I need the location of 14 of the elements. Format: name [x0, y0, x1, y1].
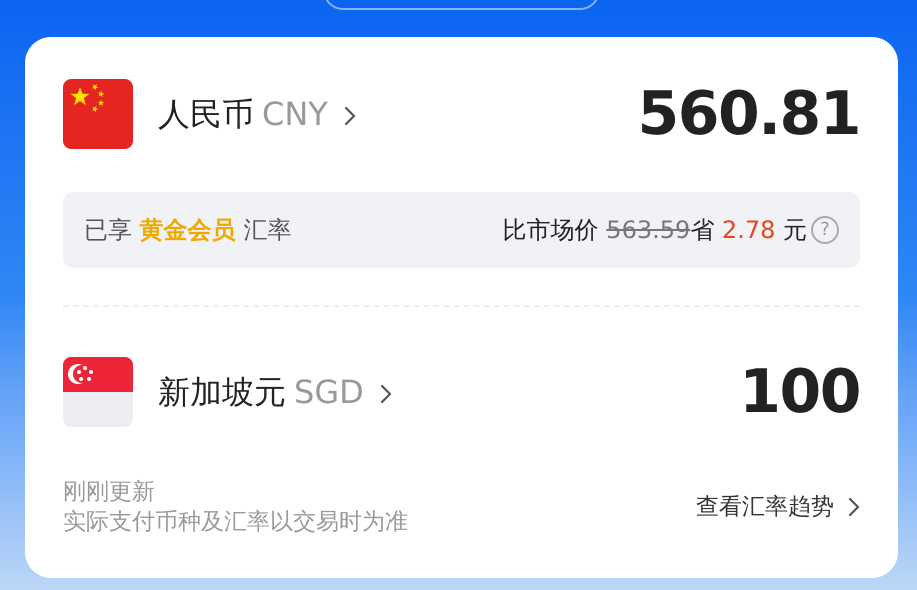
update-status-text: 刚刚更新 [63, 478, 156, 507]
chevron-icon [344, 106, 356, 126]
currency-selector[interactable]: 新加坡元 SGD [158, 368, 392, 416]
currency-selector[interactable]: 人民币 CNY [158, 90, 356, 138]
member-rate-text: 已享 黄金会员 汇率 [84, 215, 292, 246]
savings-text: 比市场价 563.59省 2.78 元 [502, 215, 807, 246]
trend-link[interactable]: 查看汇率趋势 [696, 490, 860, 524]
amount-text: 100 [739, 356, 860, 429]
flag-icon [63, 79, 133, 149]
amount-text: 560.81 [637, 78, 860, 151]
chevron-icon [380, 384, 392, 404]
chevron-icon [848, 497, 860, 517]
disclaimer-text: 实际支付币种及汇率以交易时为准 [63, 508, 408, 537]
flag-icon [63, 357, 133, 427]
